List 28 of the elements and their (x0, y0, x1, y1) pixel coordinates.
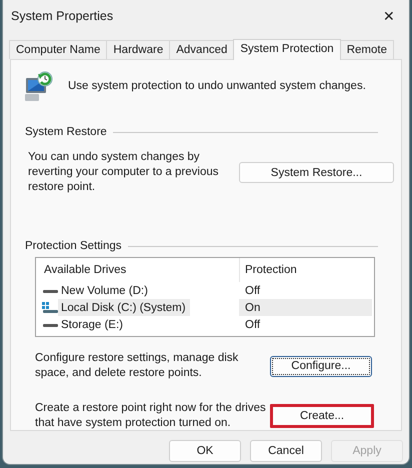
create-description: Create a restore point right now for the drives that have system protection turned on. (35, 401, 267, 431)
tab[interactable]: Remote (340, 40, 394, 59)
drive-name: Local Disk (C:) (System) (58, 299, 190, 316)
window-title: System Properties (11, 9, 114, 23)
system-restore-button[interactable]: System Restore... (239, 162, 394, 183)
tab[interactable]: System Protection (233, 39, 341, 60)
drive-row[interactable]: Storage (E:) Off (36, 316, 372, 333)
tab[interactable]: Computer Name (9, 40, 108, 59)
drive-name: Storage (E:) (60, 318, 124, 332)
column-header[interactable]: Protection (239, 258, 374, 282)
protection-status: Off (244, 284, 262, 298)
group-heading: Protection Settings (25, 240, 122, 252)
dialog-button[interactable]: OK (169, 440, 241, 462)
group-heading: System Restore (25, 126, 107, 138)
drive-name: New Volume (D:) (60, 284, 149, 298)
drive-row[interactable]: New Volume (D:) Off (36, 282, 372, 299)
restore-description: You can undo system changes by reverting your computer to a previous restore point. (28, 150, 220, 195)
system-drive-icon (42, 302, 58, 314)
intro-text: Use system protection to undo unwanted system changes. (68, 80, 366, 92)
protection-status: Off (244, 318, 262, 332)
configure-description: Configure restore settings, manage disk space, and delete restore points. (35, 351, 240, 381)
create-button[interactable]: Create... (270, 404, 374, 428)
protection-status: On (239, 299, 372, 316)
column-header[interactable]: Available Drives (36, 258, 239, 282)
dialog-button[interactable]: Cancel (250, 440, 322, 462)
close-button[interactable]: ✕ (379, 8, 399, 24)
configure-button[interactable]: Configure... (270, 356, 372, 376)
drive-row[interactable]: Local Disk (C:) (System) On (36, 299, 372, 316)
